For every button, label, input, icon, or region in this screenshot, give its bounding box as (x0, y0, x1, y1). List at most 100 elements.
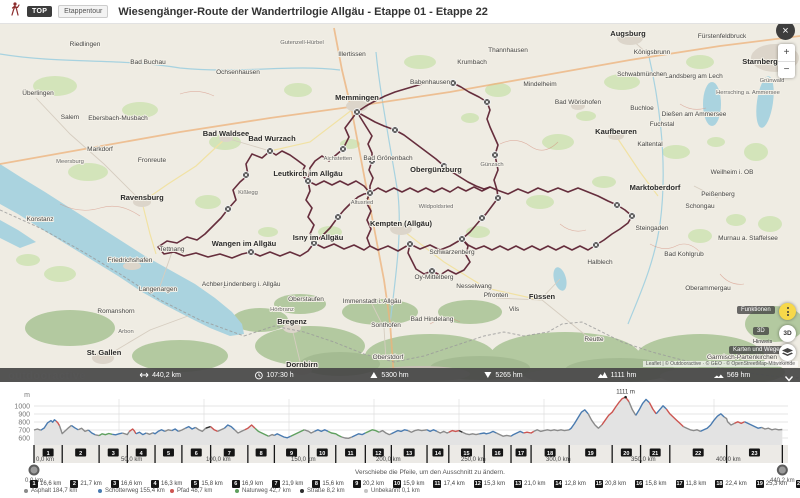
stage-badge[interactable]: 6 (191, 449, 202, 457)
clock-icon (254, 371, 263, 380)
stage-badge[interactable]: 15 (461, 449, 472, 457)
town-label: Immenstadt i. Allgäu (343, 298, 402, 305)
stage-distance-item[interactable]: 316,6 km (111, 479, 142, 488)
route-stats-bar: 440,2 km 107:30 h 5300 hm 5265 hm 1111 h… (0, 368, 800, 382)
svg-text:20: 20 (623, 451, 629, 457)
stat-lowest-point: 569 hm (714, 368, 750, 382)
stage-badge[interactable]: 7 (224, 449, 235, 457)
stage-distance-item[interactable]: 1215,3 km (474, 479, 505, 488)
stage-badge[interactable]: 2 (75, 449, 86, 457)
surface-segment (734, 422, 744, 424)
stage-distance-item[interactable]: 2016,7 km (796, 479, 800, 488)
funktionen-button[interactable] (779, 303, 796, 320)
town-label: St. Gallen (87, 348, 122, 357)
stage-distance-item[interactable]: 616,9 km (232, 479, 263, 488)
stage-distance-item[interactable]: 1615,8 km (635, 479, 666, 488)
waypoint-marker[interactable] (248, 249, 255, 256)
waypoint-marker[interactable] (225, 206, 232, 213)
stage-badge[interactable]: 12 (373, 449, 384, 457)
funktionen-label: Funktionen (737, 306, 775, 314)
town-label: Füssen (529, 292, 556, 301)
stage-badge[interactable]: 13 (404, 449, 415, 457)
stage-badge[interactable]: 1 (43, 449, 54, 457)
stage-badge[interactable]: 11 (345, 449, 356, 457)
stage-badge[interactable]: 5 (163, 449, 174, 457)
stage-badge[interactable]: 9 (286, 449, 297, 457)
town-label: Salem (61, 114, 79, 121)
town-label: Sonthofen (371, 322, 401, 329)
waypoint-marker[interactable] (243, 172, 250, 179)
three-d-button[interactable]: 3D (779, 325, 796, 342)
waypoint-marker[interactable] (367, 190, 374, 197)
stage-distance-item[interactable]: 1711,8 km (676, 479, 707, 488)
waypoint-marker[interactable] (354, 109, 361, 116)
stage-badge[interactable]: 22 (693, 449, 704, 457)
elevation-chart[interactable]: m10009008007006001111 m12345678910111213… (0, 382, 800, 484)
town-label: Babenhausen (410, 79, 451, 86)
stage-badge[interactable]: 14 (432, 449, 443, 457)
waypoint-marker[interactable] (495, 195, 502, 202)
town-label: Markdorf (87, 146, 113, 153)
stage-badge[interactable]: 8 (256, 449, 267, 457)
stage-badge[interactable]: 20 (621, 449, 632, 457)
range-start-handle[interactable] (30, 466, 39, 475)
stage-distance-item[interactable]: 1520,8 km (595, 479, 626, 488)
stage-distance-item[interactable]: 1117,4 km (433, 479, 464, 488)
stage-distance-item[interactable]: 116,6 km (30, 479, 61, 488)
zoom-control: + − (778, 44, 795, 78)
stage-distance-item[interactable]: 721,9 km (272, 479, 303, 488)
waypoint-marker[interactable] (340, 146, 347, 153)
town-label: Oy-Mittelberg (414, 274, 453, 281)
stage-badge[interactable]: 18 (545, 449, 556, 457)
waypoint-marker[interactable] (267, 148, 274, 155)
stage-badge[interactable]: 3 (108, 449, 119, 457)
stage-distance-item[interactable]: 1412,8 km (554, 479, 585, 488)
waypoint-marker[interactable] (593, 242, 600, 249)
waypoint-marker[interactable] (335, 214, 342, 221)
stage-badge[interactable]: 16 (492, 449, 503, 457)
stage-badge[interactable]: 10 (317, 449, 328, 457)
waypoint-marker[interactable] (629, 213, 636, 220)
hinweis-link[interactable]: Hinweis (753, 339, 772, 345)
svg-text:14: 14 (435, 451, 442, 457)
stage-distance-item[interactable]: 221,7 km (70, 479, 101, 488)
page-title: Wiesengänger-Route der Wandertrilogie Al… (118, 6, 487, 18)
stage-distance-item[interactable]: 815,6 km (312, 479, 343, 488)
layers-button[interactable] (779, 344, 796, 361)
waypoint-marker[interactable] (392, 127, 399, 134)
stage-distance-item[interactable]: 920,2 km (353, 479, 384, 488)
waypoint-marker[interactable] (407, 241, 414, 248)
town-label: Fürstenfeldbruck (698, 33, 747, 40)
town-label: Überlingen (22, 89, 54, 97)
town-label: Leutkirch im Allgäu (273, 169, 343, 178)
collapse-profile-button[interactable] (784, 370, 794, 388)
y-axis-tick: 800 (18, 419, 30, 426)
map-canvas[interactable]: RiedlingenBad BuchauOchsenhausenGutenzel… (0, 24, 800, 382)
town-label: Pfronten (484, 292, 509, 299)
stage-distance-item[interactable]: 515,8 km (191, 479, 222, 488)
stage-badge[interactable]: 23 (749, 449, 760, 457)
waypoint-marker[interactable] (492, 152, 499, 159)
stage-distance-item[interactable]: 1925,3 km (756, 479, 787, 488)
zoom-in-button[interactable]: + (778, 44, 795, 62)
stage-distance-item[interactable]: 1822,4 km (715, 479, 746, 488)
town-label: Herrsching a. Ammersee (716, 90, 780, 96)
surface-segment (762, 427, 783, 429)
town-label: Altusried (351, 200, 374, 206)
range-end-handle[interactable] (778, 466, 787, 475)
waypoint-marker[interactable] (459, 236, 466, 243)
stage-badge[interactable]: 17 (516, 449, 527, 457)
stage-badge[interactable]: 19 (585, 449, 596, 457)
waypoint-marker[interactable] (305, 178, 312, 185)
waypoint-marker[interactable] (450, 80, 457, 87)
stage-distance-item[interactable]: 1015,9 km (393, 479, 424, 488)
waypoint-marker[interactable] (484, 99, 491, 106)
waypoint-marker[interactable] (614, 202, 621, 209)
stage-badge[interactable]: 21 (650, 449, 661, 457)
zoom-out-button[interactable]: − (778, 62, 795, 79)
waypoint-marker[interactable] (479, 215, 486, 222)
x-axis-tick: 300,0 km (546, 457, 571, 463)
stage-badge[interactable]: 4 (136, 449, 147, 457)
stage-distance-item[interactable]: 1321,0 km (514, 479, 545, 488)
stage-distance-item[interactable]: 416,3 km (151, 479, 182, 488)
